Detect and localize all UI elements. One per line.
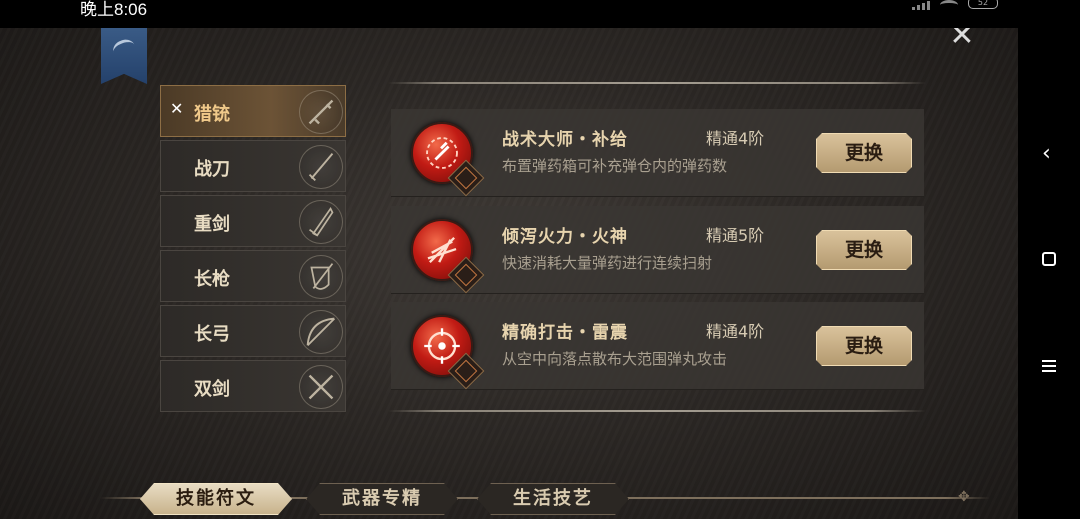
system-nav-bar: ‹ bbox=[1018, 0, 1080, 519]
skill-row: 倾泻火力・火神 精通5阶 快速消耗大量弹药进行连续扫射 更换 bbox=[391, 206, 924, 294]
greatsword-icon bbox=[299, 200, 343, 244]
weapon-label: 长弓 bbox=[194, 324, 230, 345]
sabre-icon bbox=[299, 145, 343, 189]
game-screen: ✕ ✕ 猎铳 战刀 重剑 长枪 长弓 双剑 战术大师・补给 精通4阶 布置弹药箱… bbox=[0, 28, 1018, 519]
weapon-label: 重剑 bbox=[194, 214, 230, 235]
home-icon[interactable] bbox=[1042, 252, 1056, 266]
skill-level: 精通4阶 bbox=[706, 322, 765, 341]
tab-skill-runes[interactable]: 技能符文 bbox=[140, 483, 292, 515]
weapon-item-greatsword[interactable]: 重剑 bbox=[160, 195, 346, 247]
signal-icon bbox=[912, 0, 930, 10]
tab-life-skills[interactable]: 生活技艺 bbox=[477, 483, 629, 515]
back-icon[interactable]: ‹ bbox=[1042, 141, 1051, 166]
replace-button[interactable]: 更换 bbox=[816, 133, 912, 173]
skill-row: 战术大师・补给 精通4阶 布置弹药箱可补充弹仓内的弹药数 更换 bbox=[391, 109, 924, 197]
weapon-item-bow[interactable]: 长弓 bbox=[160, 305, 346, 357]
status-time: 晚上8:06 bbox=[80, 0, 148, 19]
skill-level: 精通5阶 bbox=[706, 226, 765, 245]
skill-name: 精确打击・雷震 bbox=[502, 323, 628, 343]
equipped-icon: ✕ bbox=[170, 99, 184, 118]
menu-icon[interactable] bbox=[1042, 360, 1056, 375]
bow-icon bbox=[299, 310, 343, 354]
weapon-label: 长枪 bbox=[194, 269, 230, 290]
divider bbox=[388, 82, 926, 84]
skill-description: 快速消耗大量弹药进行连续扫射 bbox=[502, 254, 713, 272]
weapon-label: 猎铳 bbox=[194, 104, 230, 125]
status-bar: 晚上8:06 52 bbox=[0, 0, 1018, 28]
divider bbox=[388, 410, 926, 412]
battery-icon: 52 bbox=[968, 0, 998, 9]
skill-description: 从空中向落点散布大范围弹丸攻击 bbox=[502, 350, 728, 368]
skill-name: 战术大师・补给 bbox=[502, 130, 628, 150]
tab-bar-ornament-icon: ✥ bbox=[958, 489, 970, 505]
weapon-item-dual-swords[interactable]: 双剑 bbox=[160, 360, 346, 412]
weapon-item-sabre[interactable]: 战刀 bbox=[160, 140, 346, 192]
rifle-icon bbox=[299, 90, 343, 134]
tab-weapon-mastery[interactable]: 武器专精 bbox=[306, 483, 458, 515]
spear-icon bbox=[299, 255, 343, 299]
dual-swords-icon bbox=[299, 365, 343, 409]
status-icons: 52 bbox=[912, 0, 998, 10]
skill-name: 倾泻火力・火神 bbox=[502, 227, 628, 247]
replace-button[interactable]: 更换 bbox=[816, 230, 912, 270]
guild-banner-icon bbox=[101, 28, 147, 84]
weapon-label: 双剑 bbox=[194, 379, 230, 400]
weapon-item-spear[interactable]: 长枪 bbox=[160, 250, 346, 302]
weapon-item-rifle[interactable]: ✕ 猎铳 bbox=[160, 85, 346, 137]
close-button[interactable]: ✕ bbox=[948, 28, 976, 51]
replace-button[interactable]: 更换 bbox=[816, 326, 912, 366]
skill-level: 精通4阶 bbox=[706, 129, 765, 148]
wifi-icon bbox=[940, 0, 958, 10]
weapon-label: 战刀 bbox=[194, 159, 230, 180]
skill-description: 布置弹药箱可补充弹仓内的弹药数 bbox=[502, 157, 728, 175]
skill-row: 精确打击・雷震 精通4阶 从空中向落点散布大范围弹丸攻击 更换 bbox=[391, 302, 924, 390]
weapon-list: ✕ 猎铳 战刀 重剑 长枪 长弓 双剑 bbox=[160, 85, 346, 415]
